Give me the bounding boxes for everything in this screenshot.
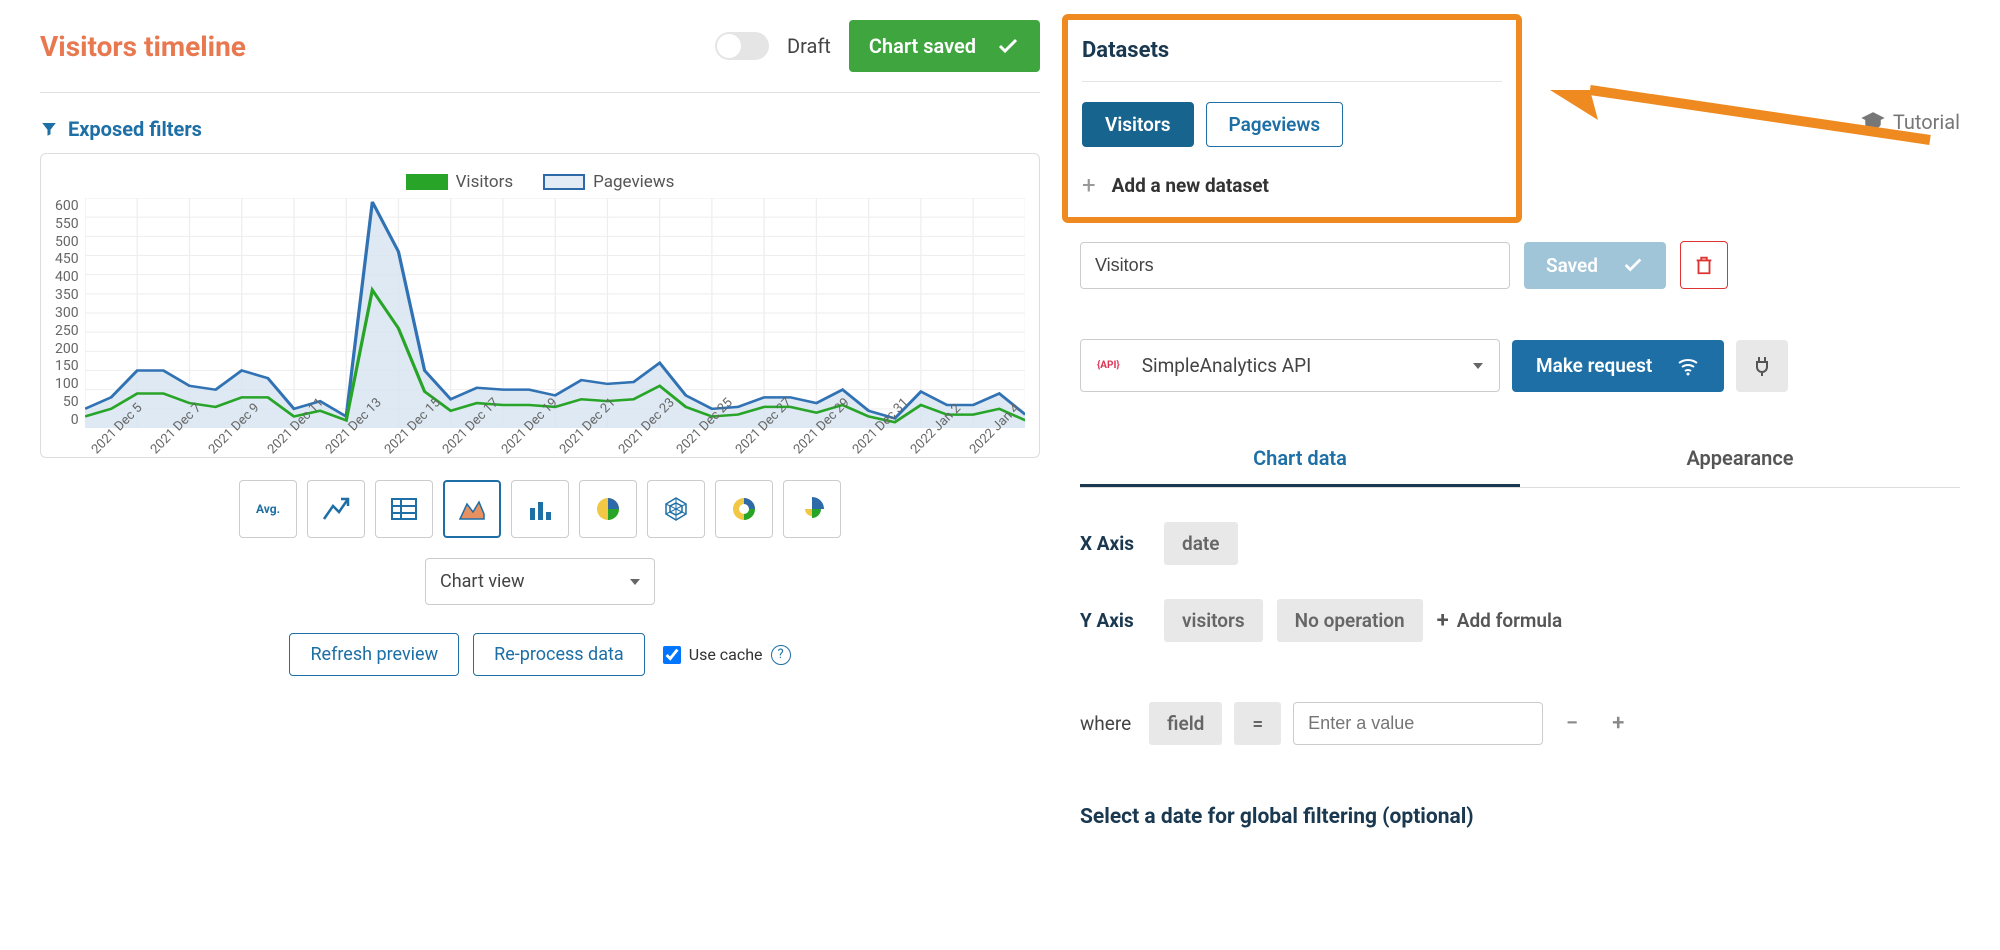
filter-icon bbox=[40, 120, 58, 138]
trend-icon bbox=[321, 494, 351, 524]
exposed-filters-label: Exposed filters bbox=[68, 117, 202, 141]
dataset-tab-visitors[interactable]: Visitors bbox=[1082, 102, 1194, 147]
remove-condition-button[interactable]: − bbox=[1555, 711, 1589, 736]
view-select[interactable]: Chart view bbox=[425, 558, 655, 605]
chart-type-table[interactable] bbox=[375, 480, 433, 538]
dataset-saved-pill: Saved bbox=[1524, 242, 1666, 289]
polar-icon bbox=[797, 494, 827, 524]
chart-type-avg[interactable]: Avg. bbox=[239, 480, 297, 538]
chart-type-bar[interactable] bbox=[511, 480, 569, 538]
chart-type-row: Avg. bbox=[40, 480, 1040, 538]
plugin-button[interactable] bbox=[1736, 340, 1788, 392]
page-title: Visitors timeline bbox=[40, 30, 246, 63]
reprocess-data-button[interactable]: Re-process data bbox=[473, 633, 645, 676]
chart-type-radar[interactable] bbox=[647, 480, 705, 538]
plug-icon bbox=[1750, 354, 1774, 378]
chart-type-polar[interactable] bbox=[783, 480, 841, 538]
add-dataset-label: Add a new dataset bbox=[1112, 174, 1269, 197]
check-icon bbox=[996, 34, 1020, 58]
exposed-filters-header[interactable]: Exposed filters bbox=[40, 117, 1040, 141]
wifi-icon bbox=[1676, 354, 1700, 378]
chart-card: Visitors Pageviews 600550500450400350300… bbox=[40, 153, 1040, 458]
x-axis-chip[interactable]: date bbox=[1164, 522, 1238, 565]
table-icon bbox=[389, 494, 419, 524]
bar-icon bbox=[525, 494, 555, 524]
make-request-button[interactable]: Make request bbox=[1512, 340, 1724, 392]
legend-label-pageviews: Pageviews bbox=[593, 172, 674, 192]
y-operation-chip[interactable]: No operation bbox=[1277, 599, 1423, 642]
chart-plot bbox=[85, 198, 1025, 428]
where-op-chip[interactable]: = bbox=[1234, 702, 1281, 745]
dataset-tab-pageviews[interactable]: Pageviews bbox=[1206, 102, 1344, 147]
subtab-appearance[interactable]: Appearance bbox=[1520, 432, 1960, 487]
chart-type-doughnut[interactable] bbox=[715, 480, 773, 538]
x-axis-label: X Axis bbox=[1080, 532, 1150, 555]
add-formula-label: Add formula bbox=[1457, 609, 1562, 632]
chart-x-axis: 2021 Dec 52021 Dec 72021 Dec 92021 Dec 1… bbox=[89, 432, 1025, 447]
divider bbox=[1082, 81, 1502, 82]
add-dataset-button[interactable]: + Add a new dataset bbox=[1082, 171, 1502, 199]
where-field-chip[interactable]: field bbox=[1149, 702, 1222, 745]
doughnut-icon bbox=[729, 494, 759, 524]
datasets-highlight: Datasets Visitors Pageviews + Add a new … bbox=[1062, 14, 1522, 223]
legend-swatch-visitors bbox=[406, 174, 448, 190]
chart-type-kpi[interactable] bbox=[307, 480, 365, 538]
chevron-down-icon bbox=[630, 579, 640, 585]
chart-type-pie[interactable] bbox=[579, 480, 637, 538]
chart-saved-label: Chart saved bbox=[869, 34, 976, 58]
use-cache-checkbox[interactable] bbox=[663, 646, 681, 664]
y-axis-label: Y Axis bbox=[1080, 609, 1150, 632]
dataset-saved-label: Saved bbox=[1546, 254, 1598, 277]
draft-toggle[interactable] bbox=[715, 32, 769, 60]
api-name-label: SimpleAnalytics API bbox=[1142, 354, 1312, 377]
refresh-preview-button[interactable]: Refresh preview bbox=[289, 633, 459, 676]
y-axis-chip[interactable]: visitors bbox=[1164, 599, 1263, 642]
subtab-chart-data[interactable]: Chart data bbox=[1080, 432, 1520, 487]
chart-type-area[interactable] bbox=[443, 480, 501, 538]
datasets-title: Datasets bbox=[1082, 38, 1502, 63]
trash-icon bbox=[1693, 254, 1715, 276]
add-formula-button[interactable]: + Add formula bbox=[1437, 608, 1563, 633]
legend-label-visitors: Visitors bbox=[456, 172, 514, 192]
annotation-arrow bbox=[1550, 80, 1950, 200]
legend-swatch-pageviews bbox=[543, 174, 585, 190]
dataset-name-input[interactable] bbox=[1080, 242, 1510, 289]
api-select[interactable]: {API} SimpleAnalytics API bbox=[1080, 339, 1500, 392]
plus-icon: + bbox=[1082, 171, 1096, 199]
chart-saved-button[interactable]: Chart saved bbox=[849, 20, 1040, 72]
chart-y-axis: 600550500450400350300250200150100500 bbox=[55, 198, 85, 428]
area-icon bbox=[457, 494, 487, 524]
help-icon[interactable]: ? bbox=[771, 645, 791, 665]
chart-legend: Visitors Pageviews bbox=[55, 172, 1025, 192]
where-label: where bbox=[1080, 712, 1131, 735]
api-badge-icon: {API} bbox=[1097, 360, 1120, 371]
radar-icon bbox=[661, 494, 691, 524]
delete-dataset-button[interactable] bbox=[1680, 241, 1728, 289]
where-value-input[interactable] bbox=[1293, 702, 1543, 745]
pie-icon bbox=[593, 494, 623, 524]
global-filter-label: Select a date for global filtering (opti… bbox=[1080, 805, 1960, 829]
draft-label: Draft bbox=[787, 34, 831, 58]
make-request-label: Make request bbox=[1536, 354, 1652, 377]
add-condition-button[interactable]: + bbox=[1601, 711, 1635, 736]
view-select-label: Chart view bbox=[440, 571, 524, 592]
chevron-down-icon bbox=[1473, 363, 1483, 369]
check-icon bbox=[1622, 254, 1644, 276]
use-cache-label: Use cache bbox=[689, 645, 763, 664]
plus-icon: + bbox=[1437, 608, 1449, 633]
